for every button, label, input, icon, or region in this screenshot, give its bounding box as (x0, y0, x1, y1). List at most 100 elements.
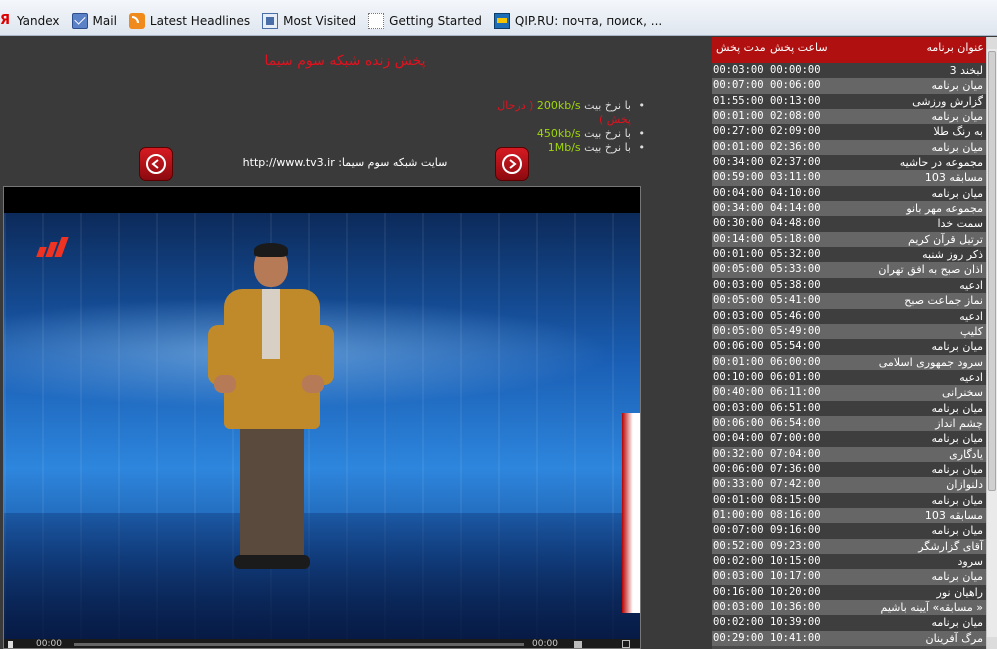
schedule-duration: 00:07:00 (713, 79, 764, 92)
most-visited-icon (262, 13, 279, 29)
header-duration: مدت پخش (716, 41, 766, 54)
bitrate-value[interactable]: 450kb/s (537, 127, 581, 140)
schedule-duration: 00:06:00 (713, 462, 764, 475)
schedule-start-time: 02:37:00 (770, 156, 821, 169)
schedule-program-title: میان برنامه (931, 462, 983, 476)
schedule-duration: 00:03:00 (713, 309, 764, 322)
schedule-start-time: 05:49:00 (770, 324, 821, 337)
studio-red-panel (622, 413, 640, 613)
schedule-start-time: 00:00:00 (770, 64, 821, 76)
video-player[interactable]: 00:00 00:00 (3, 186, 641, 649)
schedule-start-time: 02:36:00 (770, 140, 821, 153)
schedule-program-title: میان برنامه (931, 570, 983, 584)
bookmark-yandex[interactable]: Я Yandex (0, 13, 60, 29)
schedule-rows: 00:03:00 00:00:00 لبخند 3 00:07:00 00:06:00 م… (712, 63, 986, 647)
schedule-start-time: 10:20:00 (770, 585, 821, 598)
bitrate-option-200[interactable]: با نرخ بیت 200kb/s ( درحال پخش ) (470, 99, 645, 127)
schedule-duration: 00:52:00 (713, 539, 764, 552)
schedule-program-title: ادعیه (959, 278, 983, 292)
bookmark-most-visited[interactable]: Most Visited (262, 13, 356, 29)
schedule-row: 01:00:00 08:16:00 مسابقه 103 (712, 507, 986, 524)
fullscreen-icon[interactable] (622, 640, 630, 648)
yandex-icon: Я (0, 13, 11, 28)
bookmark-label: Most Visited (283, 14, 357, 28)
scroll-thumb[interactable] (988, 51, 996, 491)
arrow-left-icon (146, 154, 166, 174)
bookmark-latest-headlines[interactable]: Latest Headlines (128, 13, 251, 29)
schedule-start-time: 08:16:00 (770, 508, 821, 521)
schedule-duration: 00:40:00 (713, 386, 764, 399)
schedule-row: 00:14:00 05:18:00 ترتیل قرآن کریم (712, 231, 986, 248)
schedule-program-title: کلیپ (960, 324, 983, 338)
bitrate-list: با نرخ بیت 200kb/s ( درحال پخش ) با نرخ … (470, 99, 645, 155)
scroll-down-arrow[interactable] (987, 637, 997, 649)
schedule-row: 00:33:00 07:42:00 دلنوازان (712, 477, 986, 493)
schedule-row: 00:04:00 07:00:00 میان برنامه (712, 431, 986, 447)
schedule-row: 00:10:00 06:01:00 ادعیه (712, 369, 986, 386)
schedule-duration: 00:59:00 (713, 171, 764, 184)
previous-channel-button[interactable] (139, 147, 173, 181)
qip-icon (493, 13, 510, 29)
schedule-row: 01:55:00 00:13:00 گزارش ورزشی (712, 93, 986, 110)
video-frame[interactable] (4, 213, 640, 639)
schedule-row: 00:03:00 05:46:00 ادعیه (712, 308, 986, 324)
schedule-program-title: میان برنامه (931, 110, 983, 124)
schedule-duration: 00:04:00 (713, 432, 764, 445)
play-icon[interactable] (8, 641, 13, 648)
bitrate-value[interactable]: 200kb/s (537, 99, 581, 112)
bookmark-mail[interactable]: Mail (71, 13, 117, 29)
schedule-duration: 00:01:00 (713, 248, 764, 261)
bookmark-label: Latest Headlines (149, 14, 251, 28)
schedule-start-time: 05:32:00 (770, 248, 821, 261)
schedule-duration: 00:10:00 (713, 370, 764, 383)
bitrate-value[interactable]: 1Mb/s (548, 141, 581, 154)
schedule-duration: 00:05:00 (713, 324, 764, 337)
schedule-start-time: 10:41:00 (770, 631, 821, 644)
schedule-duration: 00:30:00 (713, 217, 764, 230)
schedule-row: 00:06:00 07:36:00 میان برنامه (712, 461, 986, 478)
schedule-program-title: مسابقه 103 (924, 171, 983, 185)
seek-bar[interactable] (74, 643, 524, 646)
schedule-program-title: مجموعه مهر بانو (906, 202, 983, 216)
mail-icon (71, 13, 88, 29)
schedule-row: 00:01:00 08:15:00 میان برنامه (712, 492, 986, 508)
scroll-up-arrow[interactable] (987, 37, 997, 49)
schedule-row: 00:01:00 06:00:00 سرود جمهوری اسلامی (712, 354, 986, 370)
schedule-row: 00:07:00 00:06:00 میان برنامه (712, 78, 986, 94)
bookmark-qip[interactable]: QIP.RU: почта, поиск, ... (493, 13, 663, 29)
bookmark-getting-started[interactable]: Getting Started (368, 13, 482, 29)
time-elapsed: 00:00 (36, 639, 62, 649)
schedule-duration: 00:34:00 (713, 156, 764, 169)
schedule-duration: 00:05:00 (713, 263, 764, 276)
schedule-row: 00:03:00 10:36:00 « مسابقه» آیینه باشیم (712, 600, 986, 616)
volume-icon[interactable] (574, 641, 582, 648)
schedule-program-title: میان برنامه (931, 140, 983, 154)
bitrate-option-450[interactable]: با نرخ بیت 450kb/s (470, 127, 645, 141)
page-icon (368, 13, 385, 29)
schedule-row: 00:02:00 10:39:00 میان برنامه (712, 615, 986, 631)
schedule-duration: 00:14:00 (713, 232, 764, 245)
schedule-program-title: ذکر روز شنبه (922, 248, 983, 262)
bookmark-label: QIP.RU: почта, поиск, ... (514, 14, 663, 28)
page-scrollbar[interactable] (986, 37, 997, 649)
schedule-duration: 00:01:00 (713, 355, 764, 368)
schedule-duration: 00:02:00 (713, 616, 764, 629)
schedule-program-title: میان برنامه (931, 616, 983, 630)
presenter (204, 243, 344, 575)
schedule-program-title: میان برنامه (931, 340, 983, 354)
schedule-program-title: راهیان نور (936, 585, 983, 599)
site-link[interactable]: سایت شبکه سوم سیما: http://www.tv3.ir (230, 156, 460, 169)
player-controls: 00:00 00:00 (4, 639, 640, 649)
bitrate-prefix: با نرخ بیت (580, 141, 631, 154)
next-channel-button[interactable] (495, 147, 529, 181)
schedule-start-time: 05:54:00 (770, 340, 821, 353)
schedule-duration: 00:06:00 (713, 340, 764, 353)
schedule-start-time: 03:11:00 (770, 171, 821, 184)
schedule-start-time: 00:06:00 (770, 79, 821, 92)
video-letterbox (4, 187, 640, 213)
schedule-program-title: چشم انداز (935, 416, 983, 430)
schedule-row: 00:01:00 05:32:00 ذکر روز شنبه (712, 247, 986, 263)
arrow-right-icon (502, 154, 522, 174)
schedule-start-time: 05:46:00 (770, 309, 821, 322)
schedule-program-title: ادعیه (959, 370, 983, 384)
